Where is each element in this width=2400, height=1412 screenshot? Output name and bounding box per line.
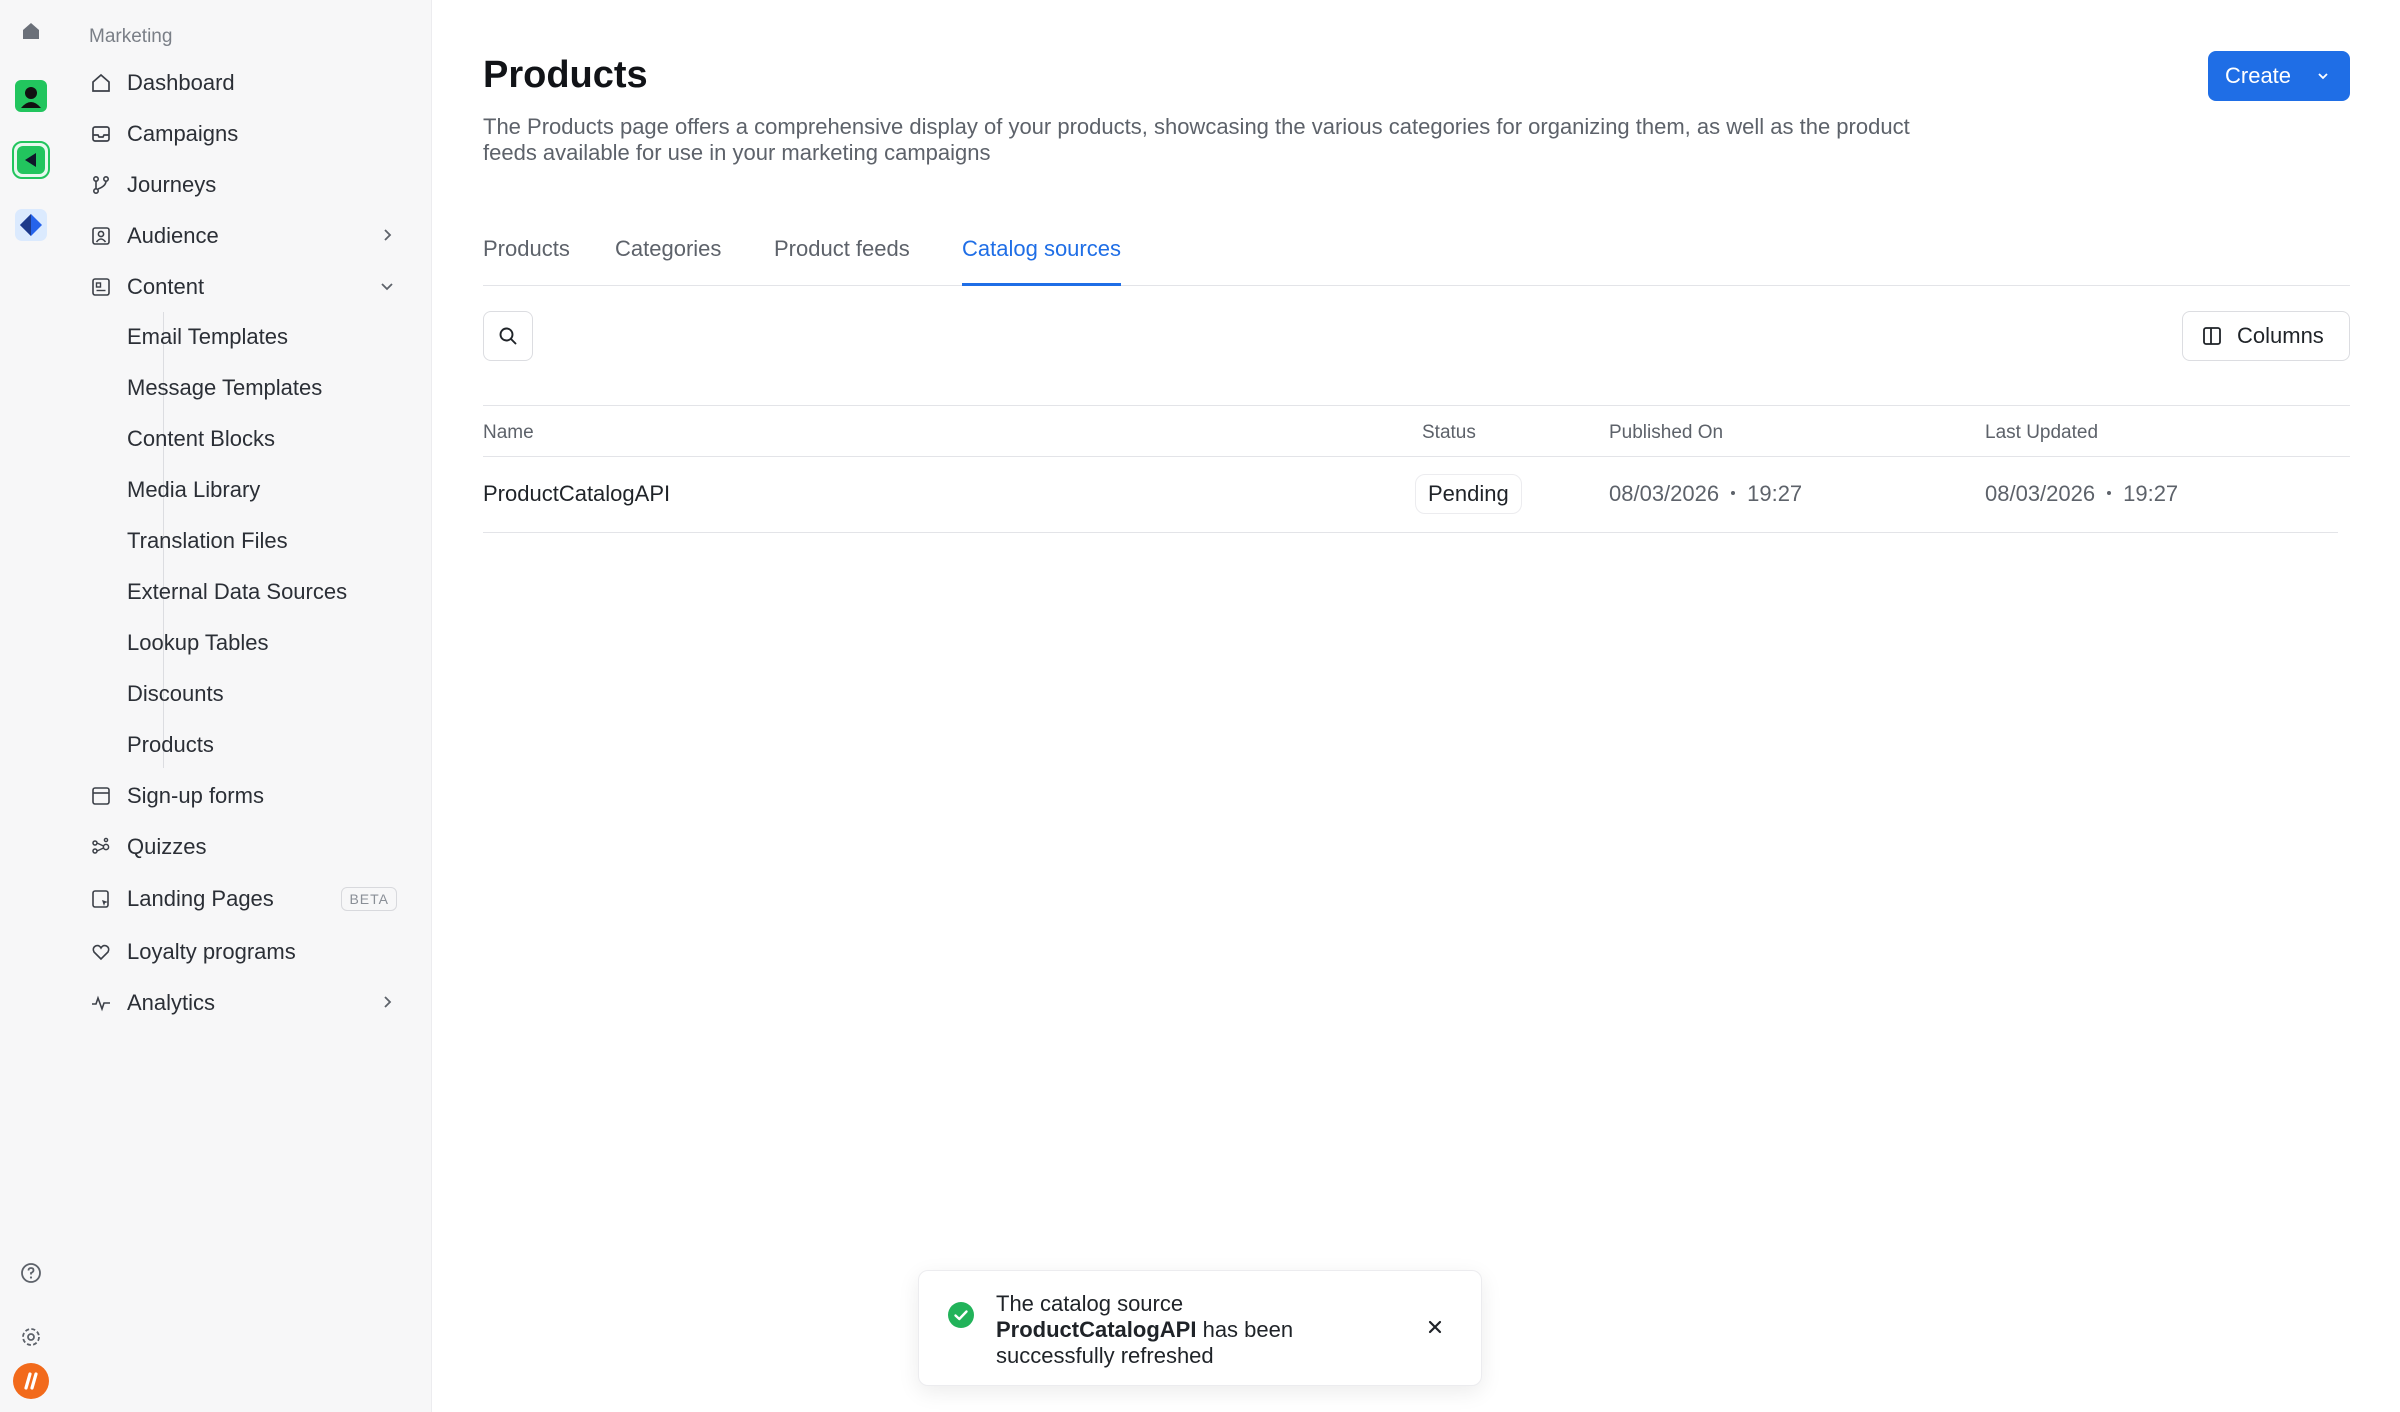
brand-logo-icon[interactable]: [12, 1362, 50, 1400]
close-icon[interactable]: [1425, 1317, 1445, 1337]
content-icon: [89, 275, 113, 299]
pulse-icon: [89, 991, 113, 1015]
sidebar: Marketing Dashboard Campaigns Journeys A…: [62, 0, 432, 1412]
app-blue-icon[interactable]: [12, 206, 50, 244]
tab-product-feeds[interactable]: Product feeds: [774, 236, 910, 286]
toast-line-2: ProductCatalogAPI has been: [996, 1317, 1396, 1343]
beta-badge: BETA: [341, 887, 397, 911]
quiz-icon: [89, 835, 113, 859]
row-name[interactable]: ProductCatalogAPI: [483, 481, 670, 507]
branch-icon: [89, 173, 113, 197]
columns-icon: [2203, 327, 2221, 345]
toast-line-3: successfully refreshed: [996, 1343, 1214, 1368]
create-button[interactable]: Create: [2208, 51, 2350, 101]
toast-line-2-suffix: has been: [1196, 1317, 1294, 1342]
sidebar-item-label: Campaigns: [127, 121, 239, 146]
form-icon: [89, 784, 113, 808]
sidebar-item-label: Analytics: [127, 990, 216, 1015]
sidebar-subitem-message-templates[interactable]: Message Templates: [127, 368, 322, 408]
audience-icon: [89, 224, 113, 248]
separator-dot: [2107, 491, 2112, 496]
table-row[interactable]: ProductCatalogAPI Pending 08/03/2026 19:2…: [483, 457, 2338, 533]
chevron-right-icon: [384, 996, 392, 1008]
check-circle-icon: [948, 1302, 974, 1328]
sidebar-item-landing-pages[interactable]: Landing Pages BETA: [89, 879, 407, 919]
sidebar-subitem-discounts[interactable]: Discounts: [127, 674, 224, 714]
sidebar-item-label: Audience: [127, 223, 219, 248]
sidebar-item-label: Content: [127, 274, 205, 299]
sidebar-subitem-lookup-tables[interactable]: Lookup Tables: [127, 623, 269, 663]
landing-icon: [89, 887, 113, 911]
sidebar-item-campaigns[interactable]: Campaigns: [89, 114, 407, 154]
page-description: The Products page offers a comprehensive…: [483, 114, 1910, 165]
sidebar-item-quizzes[interactable]: Quizzes: [89, 827, 407, 867]
search-button[interactable]: [483, 311, 533, 361]
toast-message: The catalog source ProductCatalogAPI has…: [996, 1291, 1396, 1369]
create-button-label: Create: [2225, 63, 2292, 88]
columns-button-label: Columns: [2237, 323, 2324, 348]
sidebar-subitem-content-blocks[interactable]: Content Blocks: [127, 419, 275, 459]
tab-bar: Products Categories Product feeds Catalo…: [483, 236, 2350, 286]
sidebar-item-content[interactable]: Content: [89, 267, 407, 307]
sidebar-section-label: Marketing: [89, 26, 173, 47]
published-date: 08/03/2026: [1609, 481, 1720, 506]
page-title: Products: [483, 54, 648, 96]
status-badge: Pending: [1415, 474, 1522, 514]
separator-dot: [1731, 491, 1736, 496]
sidebar-item-sign-up-forms[interactable]: Sign-up forms: [89, 776, 407, 816]
chevron-right-icon: [384, 229, 392, 241]
toast-notification: The catalog source ProductCatalogAPI has…: [918, 1270, 1482, 1386]
app-active-icon[interactable]: [12, 141, 50, 179]
app-rail: [0, 0, 62, 1412]
sidebar-item-label: Sign-up forms: [127, 783, 264, 808]
sidebar-subitem-media-library[interactable]: Media Library: [127, 470, 260, 510]
updated-date: 08/03/2026: [1985, 481, 2096, 506]
chevron-down-icon: [381, 283, 393, 291]
sidebar-item-loyalty-programs[interactable]: Loyalty programs: [89, 932, 407, 972]
columns-button[interactable]: Columns: [2182, 311, 2350, 361]
sidebar-item-label: Loyalty programs: [127, 939, 296, 964]
tab-catalog-sources[interactable]: Catalog sources: [962, 236, 1121, 286]
tab-products[interactable]: Products: [483, 236, 570, 286]
updated-time: 19:27: [2123, 481, 2179, 506]
row-last-updated: 08/03/2026 19:27: [1985, 481, 2178, 507]
sidebar-subitem-translation-files[interactable]: Translation Files: [127, 521, 288, 561]
search-icon: [499, 327, 517, 345]
home-icon[interactable]: [12, 12, 50, 50]
main-content: Products The Products page offers a comp…: [483, 0, 2350, 1412]
column-header-status[interactable]: Status: [1422, 422, 1476, 444]
app-green-icon[interactable]: [12, 77, 50, 115]
column-header-name[interactable]: Name: [483, 422, 534, 444]
sidebar-subitem-email-templates[interactable]: Email Templates: [127, 317, 288, 357]
chevron-down-icon: [2318, 73, 2328, 80]
settings-icon[interactable]: [12, 1318, 50, 1356]
sidebar-item-label: Quizzes: [127, 834, 207, 859]
column-header-published-on[interactable]: Published On: [1609, 422, 1723, 444]
table-header: Name Status Published On Last Updated: [483, 405, 2350, 457]
row-published-on: 08/03/2026 19:27: [1609, 481, 1802, 507]
sidebar-item-label: Dashboard: [127, 70, 235, 95]
sidebar-item-dashboard[interactable]: Dashboard: [89, 63, 407, 103]
toast-source-name: ProductCatalogAPI: [996, 1317, 1197, 1342]
published-time: 19:27: [1747, 481, 1803, 506]
home-outline-icon: [89, 71, 113, 95]
inbox-icon: [89, 122, 113, 146]
sidebar-item-label: Landing Pages: [127, 886, 274, 911]
sidebar-item-audience[interactable]: Audience: [89, 216, 407, 256]
column-header-last-updated[interactable]: Last Updated: [1985, 422, 2098, 444]
tab-categories[interactable]: Categories: [615, 236, 721, 286]
sidebar-item-label: Journeys: [127, 172, 217, 197]
sidebar-item-analytics[interactable]: Analytics: [89, 983, 407, 1023]
sidebar-subitem-external-data-sources[interactable]: External Data Sources: [127, 572, 347, 612]
sidebar-item-journeys[interactable]: Journeys: [89, 165, 407, 205]
help-icon[interactable]: [12, 1254, 50, 1292]
heart-icon: [89, 940, 113, 964]
toast-line-1: The catalog source: [996, 1291, 1184, 1316]
sidebar-subitem-products[interactable]: Products: [127, 725, 214, 765]
